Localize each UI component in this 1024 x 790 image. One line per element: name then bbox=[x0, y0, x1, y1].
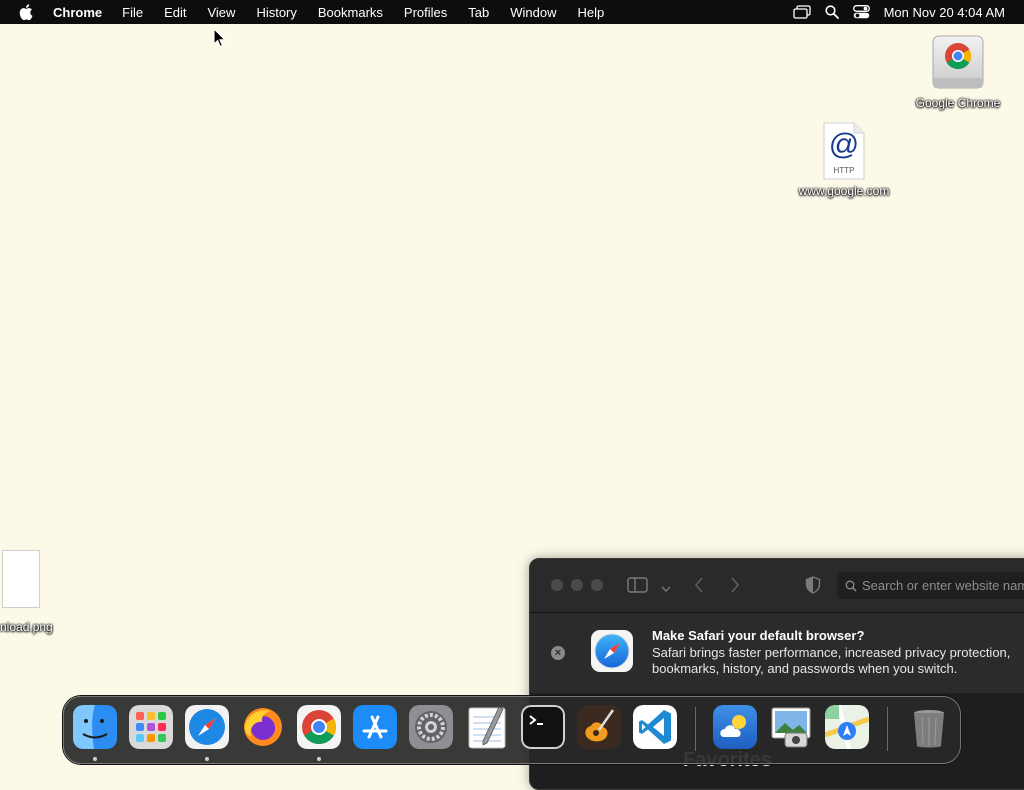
screen-mirroring-icon[interactable] bbox=[792, 5, 811, 19]
menu-view[interactable]: View bbox=[207, 5, 235, 20]
desktop-icon-google-webloc[interactable]: @ HTTP www.google.com bbox=[784, 122, 904, 198]
close-icon[interactable]: × bbox=[551, 646, 565, 660]
http-sub-label: HTTP bbox=[833, 166, 855, 175]
dock-app-store[interactable] bbox=[353, 705, 397, 749]
apple-logo-icon[interactable] bbox=[19, 4, 33, 20]
spotlight-search-icon[interactable] bbox=[824, 5, 839, 19]
control-center-icon[interactable] bbox=[852, 5, 870, 19]
safari-compass-icon bbox=[591, 630, 633, 672]
dock-garageband[interactable] bbox=[577, 705, 621, 749]
dock-terminal[interactable] bbox=[521, 705, 565, 749]
desktop-icon-label: www.google.com bbox=[798, 184, 890, 198]
menu-bookmarks[interactable]: Bookmarks bbox=[318, 5, 383, 20]
dock-trash[interactable] bbox=[907, 705, 951, 749]
menu-tab[interactable]: Tab bbox=[468, 5, 489, 20]
menu-file[interactable]: File bbox=[122, 5, 143, 20]
http-location-icon: @ HTTP bbox=[821, 122, 867, 180]
address-placeholder: Search or enter website name bbox=[862, 578, 1024, 593]
dock-preview[interactable] bbox=[769, 705, 813, 749]
banner-title: Make Safari your default browser? bbox=[652, 628, 865, 643]
address-bar[interactable]: Search or enter website name bbox=[837, 572, 1024, 599]
desktop-icon-label: Google Chrome bbox=[915, 96, 1001, 110]
back-icon[interactable] bbox=[693, 576, 705, 599]
menu-edit[interactable]: Edit bbox=[164, 5, 186, 20]
forward-icon[interactable] bbox=[729, 576, 741, 599]
png-file-icon bbox=[2, 550, 40, 608]
zoom-window-button[interactable] bbox=[591, 579, 603, 591]
dock bbox=[63, 696, 961, 764]
menu-window[interactable]: Window bbox=[510, 5, 556, 20]
privacy-shield-icon[interactable] bbox=[805, 576, 821, 599]
chevron-down-icon[interactable] bbox=[661, 580, 671, 598]
dock-google-chrome[interactable] bbox=[297, 705, 341, 749]
desktop-icon-png-file[interactable]: nload.png bbox=[0, 550, 70, 634]
dock-running-indicator bbox=[205, 757, 209, 761]
dock-running-indicator bbox=[93, 757, 97, 761]
default-browser-banner: × Make Safari your default browser? Safa… bbox=[530, 613, 1024, 693]
dock-running-indicator bbox=[317, 757, 321, 761]
desktop-icon-google-chrome[interactable]: Google Chrome bbox=[908, 34, 1008, 110]
http-at-glyph: @ bbox=[828, 128, 860, 161]
close-window-button[interactable] bbox=[551, 579, 563, 591]
dock-textedit[interactable] bbox=[465, 705, 509, 749]
menu-app-chrome[interactable]: Chrome bbox=[53, 5, 102, 20]
search-icon bbox=[845, 580, 857, 592]
dock-visual-studio-code[interactable] bbox=[633, 705, 677, 749]
banner-line-2: bookmarks, history, and passwords when y… bbox=[652, 661, 958, 676]
dock-weather[interactable] bbox=[713, 705, 757, 749]
banner-description: Safari brings faster performance, increa… bbox=[652, 645, 1010, 677]
mouse-pointer-icon bbox=[213, 27, 227, 53]
menu-history[interactable]: History bbox=[256, 5, 296, 20]
menu-help[interactable]: Help bbox=[578, 5, 605, 20]
chrome-drive-icon bbox=[930, 34, 986, 92]
dock-finder[interactable] bbox=[73, 705, 117, 749]
desktop-icon-label: nload.png bbox=[0, 620, 53, 634]
dock-separator bbox=[887, 707, 888, 751]
dock-safari[interactable] bbox=[185, 705, 229, 749]
dock-maps[interactable] bbox=[825, 705, 869, 749]
dock-system-settings[interactable] bbox=[409, 705, 453, 749]
menubar-clock[interactable]: Mon Nov 20 4:04 AM bbox=[884, 5, 1005, 20]
sidebar-toggle-icon[interactable] bbox=[627, 576, 649, 599]
safari-toolbar: Search or enter website name bbox=[530, 559, 1024, 613]
menu-bar: Chrome File Edit View History Bookmarks … bbox=[0, 0, 1024, 24]
minimize-window-button[interactable] bbox=[571, 579, 583, 591]
dock-firefox[interactable] bbox=[241, 705, 285, 749]
menu-profiles[interactable]: Profiles bbox=[404, 5, 447, 20]
banner-line-1: Safari brings faster performance, increa… bbox=[652, 645, 1011, 660]
dock-launchpad[interactable] bbox=[129, 705, 173, 749]
dock-separator bbox=[695, 707, 696, 751]
